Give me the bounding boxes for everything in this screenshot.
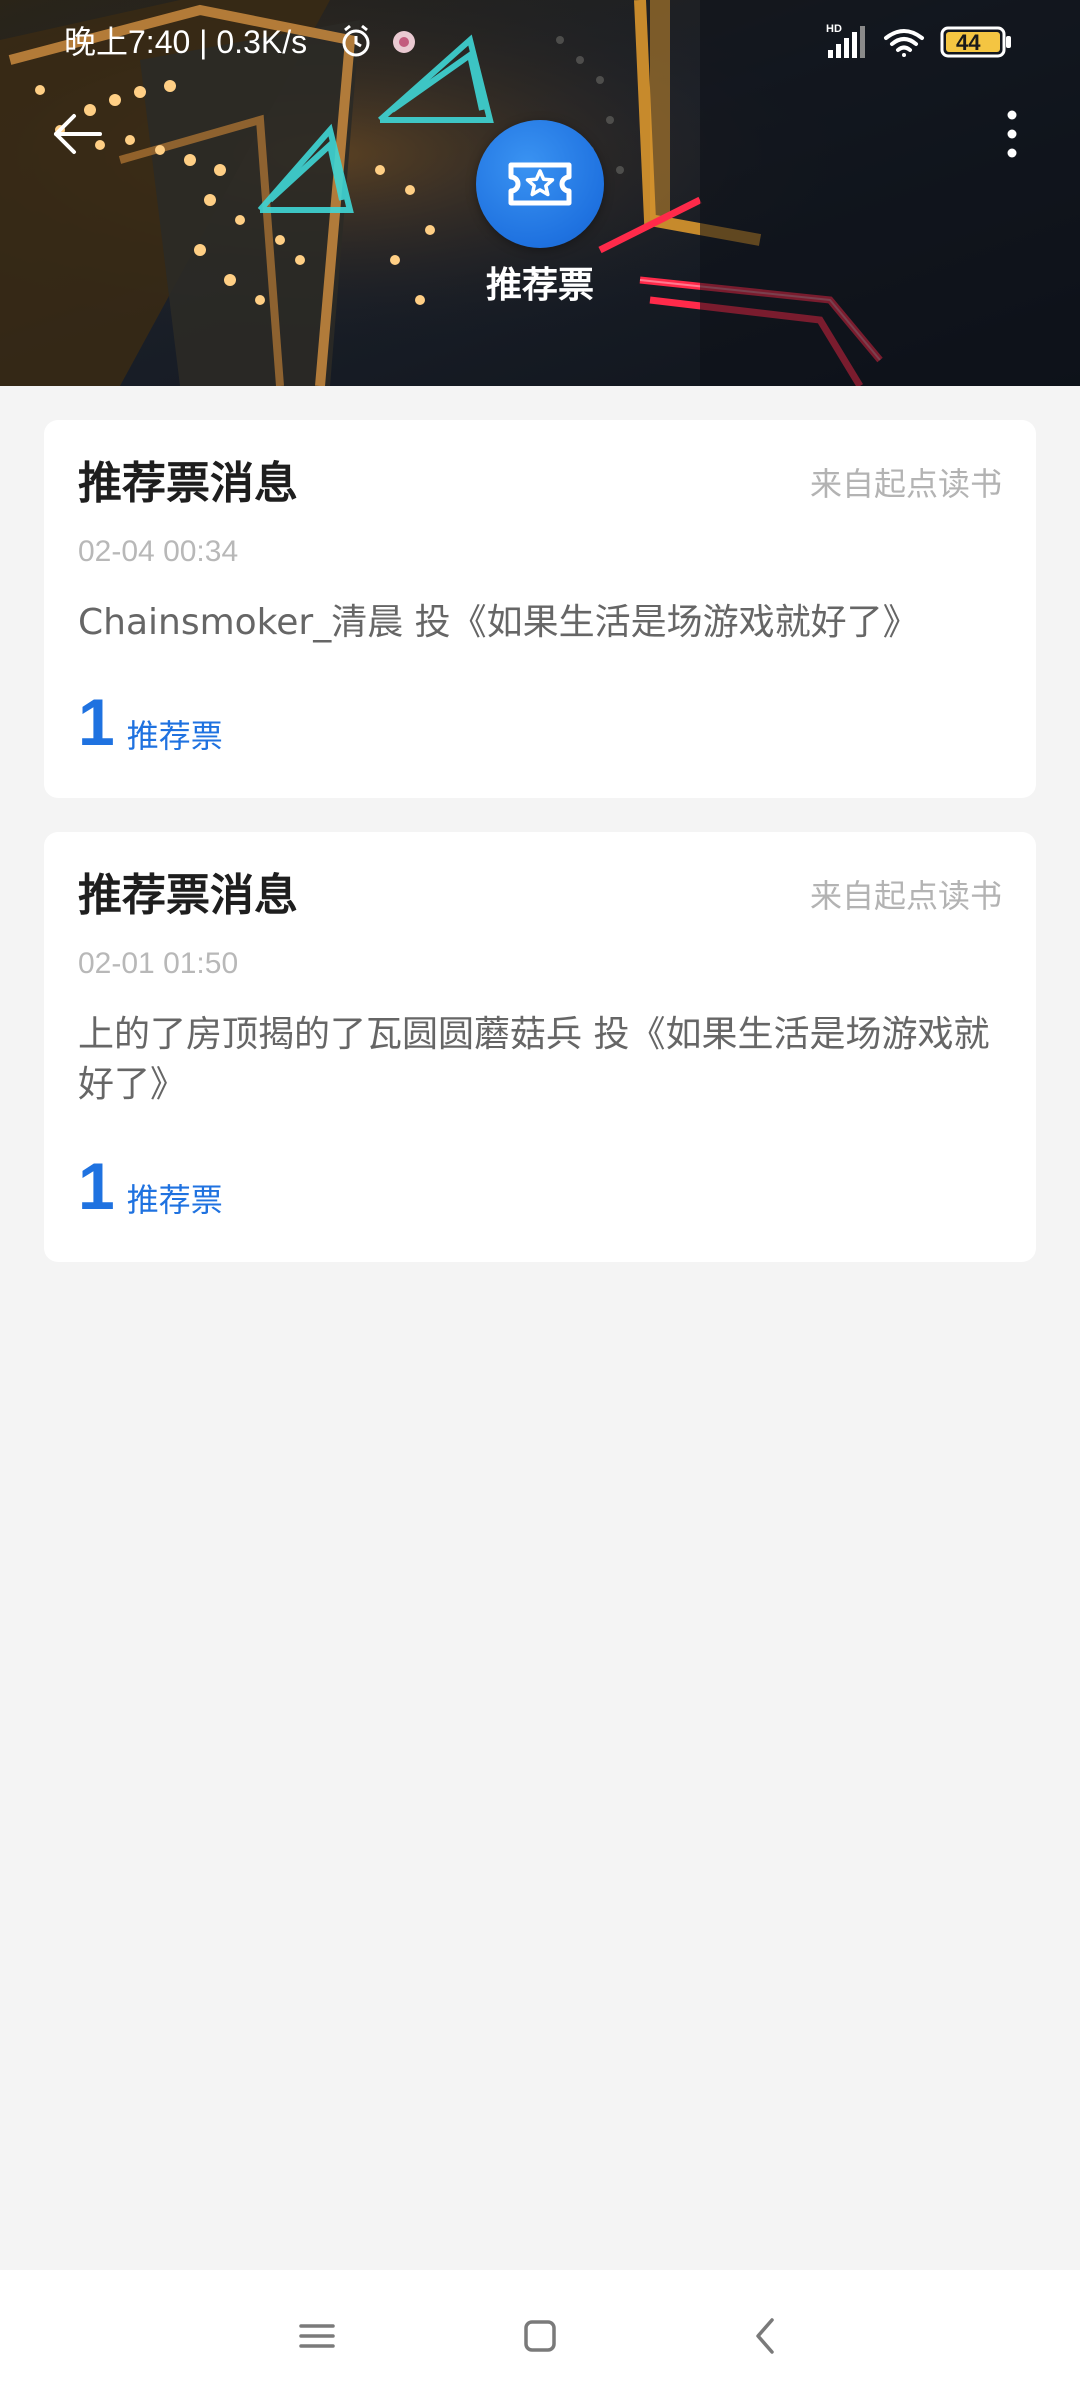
screen: 晚上7:40 | 0.3K/s HD 44 推荐票 推荐票消息 来自起点读书 0… <box>0 0 1080 2400</box>
status-system-icons: HD 44 <box>826 23 1011 58</box>
menu-icon[interactable] <box>287 2306 347 2366</box>
battery-level: 44 <box>956 30 981 55</box>
wifi-icon <box>884 29 924 57</box>
ticket-badge <box>476 120 604 248</box>
svg-text:HD: HD <box>826 23 842 35</box>
ticket-count-number: 1 <box>78 1149 115 1223</box>
message-card[interactable]: 推荐票消息 来自起点读书 02-04 00:34 Chainsmoker_清晨 … <box>44 420 1036 798</box>
message-time: 02-01 01:50 <box>78 947 239 980</box>
message-body: Chainsmoker_清晨 投《如果生活是场游戏就好了》 <box>78 602 919 643</box>
status-time: 晚上7:40 | 0.3K/s <box>64 24 308 60</box>
ticket-count-unit: 推荐票 <box>126 717 223 755</box>
ticket-count-unit: 推荐票 <box>126 1181 223 1219</box>
message-title: 推荐票消息 <box>78 870 298 921</box>
ticket-count: 1 推荐票 <box>78 1146 223 1226</box>
header: 晚上7:40 | 0.3K/s HD 44 推荐票 <box>0 0 1080 386</box>
chevron-left-icon[interactable] <box>736 2306 796 2366</box>
battery-icon: 44 <box>940 26 1011 58</box>
status-notification-icons <box>342 24 415 57</box>
alarm-icon <box>342 24 370 57</box>
ticket-count-number: 1 <box>78 685 115 759</box>
message-title: 推荐票消息 <box>78 458 298 509</box>
status-bar: 晚上7:40 | 0.3K/s HD 44 <box>0 0 1080 84</box>
signal-icon: HD <box>826 23 865 58</box>
message-time: 02-04 00:34 <box>78 535 239 568</box>
system-nav-bar <box>0 2270 1080 2400</box>
message-card[interactable]: 推荐票消息 来自起点读书 02-01 01:50 上的了房顶揭的了瓦圆圆蘑菇兵 … <box>44 832 1036 1262</box>
page-title: 推荐票 <box>485 265 594 306</box>
more-vertical-icon[interactable] <box>982 104 1042 164</box>
home-square-icon[interactable] <box>510 2306 570 2366</box>
app-notification-icon <box>393 31 415 53</box>
ticket-count: 1 推荐票 <box>78 682 223 762</box>
message-body: 上的了房顶揭的了瓦圆圆蘑菇兵 投《如果生活是场游戏就好了》 <box>78 1014 990 1105</box>
message-source: 来自起点读书 <box>809 465 1002 503</box>
back-arrow-icon[interactable] <box>48 104 108 164</box>
ticket-star-icon <box>508 162 572 206</box>
message-source: 来自起点读书 <box>809 877 1002 915</box>
